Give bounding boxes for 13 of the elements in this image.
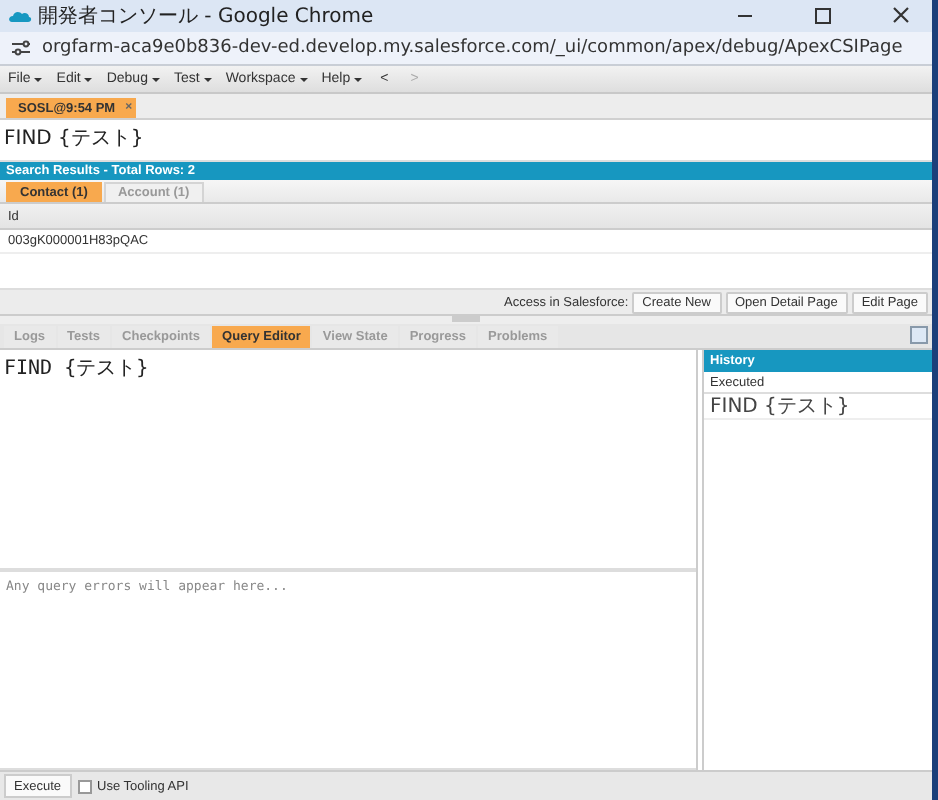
caret-icon — [354, 77, 363, 81]
history-item[interactable]: FIND {テスト} — [704, 394, 932, 420]
maximize-icon[interactable] — [810, 4, 836, 28]
caret-icon — [299, 77, 308, 81]
site-settings-icon[interactable] — [10, 38, 32, 58]
window-title: 開発者コンソール - Google Chrome — [38, 3, 376, 30]
close-icon[interactable] — [888, 4, 914, 28]
caret-icon — [203, 77, 212, 81]
cloud-icon — [6, 6, 32, 26]
caret-icon — [84, 77, 93, 81]
checkbox[interactable] — [77, 779, 91, 793]
caret-icon — [34, 77, 43, 81]
caret-icon — [151, 77, 160, 81]
